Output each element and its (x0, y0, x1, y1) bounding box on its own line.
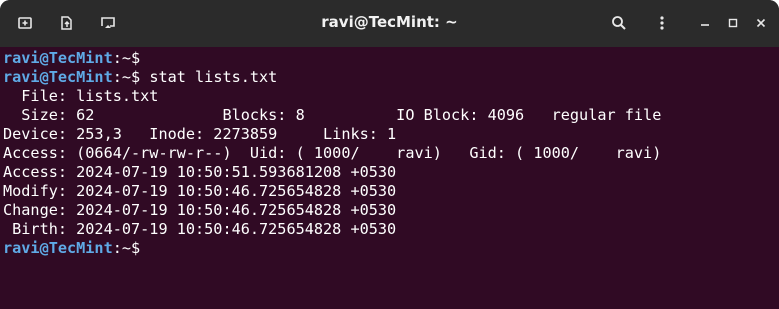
terminal-area[interactable]: ravi@TecMint:~$ ravi@TecMint:~$ stat list… (0, 47, 779, 309)
minimize-button[interactable] (690, 9, 720, 37)
output-line: Access: 2024-07-19 10:50:51.593681208 +0… (3, 163, 397, 181)
output-line: Birth: 2024-07-19 10:50:46.725654828 +05… (3, 220, 397, 238)
prompt-path: :~$ (112, 239, 141, 257)
maximize-icon (727, 17, 739, 29)
menu-button[interactable] (647, 9, 677, 37)
maximize-button[interactable] (718, 9, 748, 37)
terminal-window: ravi@TecMint: ~ ravi@TecMint:~$ ravi@Tec… (0, 0, 779, 309)
terminal-output: ravi@TecMint:~$ ravi@TecMint:~$ stat list… (3, 49, 661, 258)
prompt-line: ravi@TecMint:~$ stat lists.txt (3, 68, 661, 87)
prompt-user: ravi@TecMint (3, 68, 113, 86)
prompt-user: ravi@TecMint (3, 49, 113, 67)
prompt-path: :~$ (112, 68, 141, 86)
search-icon (611, 15, 627, 31)
prompt-line: ravi@TecMint:~$ (3, 239, 661, 258)
output-line: Access: (0664/-rw-rw-r--) Uid: ( 1000/ r… (3, 144, 662, 162)
close-button[interactable] (746, 9, 776, 37)
output-line: Device: 253,3 Inode: 2273859 Links: 1 (3, 125, 397, 143)
title-bar: ravi@TecMint: ~ (0, 0, 779, 46)
minimize-icon (699, 17, 711, 29)
prompt-line: ravi@TecMint:~$ (3, 49, 661, 68)
close-icon (755, 17, 767, 29)
output-line: Size: 62 Blocks: 8 IO Block: 4096 regula… (3, 106, 662, 124)
prompt-user: ravi@TecMint (3, 239, 113, 257)
search-button[interactable] (604, 9, 634, 37)
kebab-menu-icon (654, 15, 670, 31)
output-line: Change: 2024-07-19 10:50:46.725654828 +0… (3, 201, 397, 219)
command-text: stat lists.txt (140, 68, 278, 86)
output-line: Modify: 2024-07-19 10:50:46.725654828 +0… (3, 182, 397, 200)
prompt-path: :~$ (112, 49, 141, 67)
output-line: File: lists.txt (3, 87, 159, 105)
